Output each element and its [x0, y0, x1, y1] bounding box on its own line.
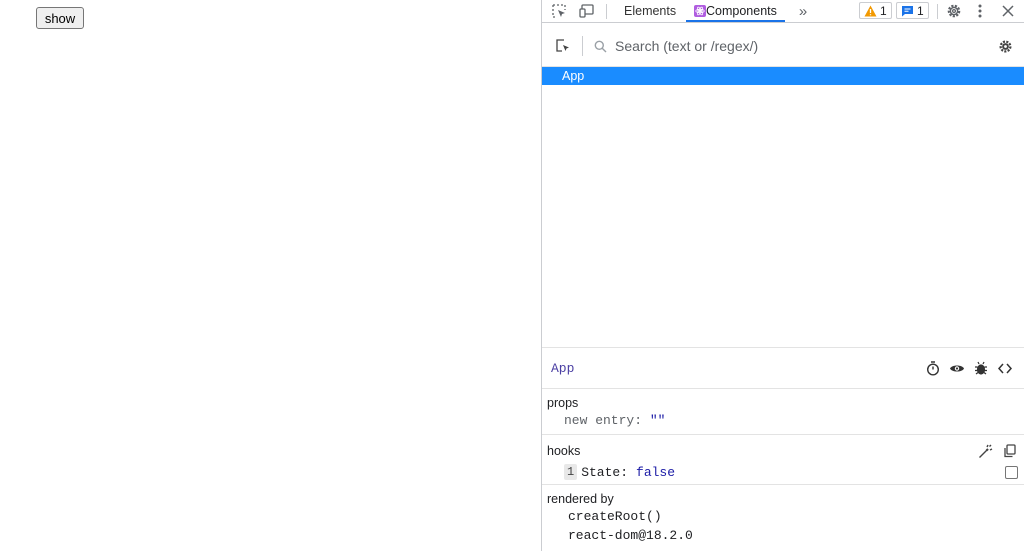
copy-icon[interactable]: [1000, 442, 1018, 460]
page-viewport: show: [0, 0, 541, 551]
tab-components[interactable]: Components: [686, 0, 785, 22]
device-toolbar-icon[interactable]: [577, 0, 597, 22]
tabbar-divider: [606, 4, 607, 19]
hook-row[interactable]: 1 State: false: [564, 463, 675, 481]
hook-state-checkbox[interactable]: [1005, 466, 1018, 479]
prop-key: new entry: [564, 413, 635, 428]
inspected-component-name: App: [551, 361, 575, 376]
devtools-tabbar: Elements Components » 1 1: [542, 0, 1024, 23]
hook-name: State: [581, 464, 621, 480]
props-title: props: [547, 396, 579, 410]
search-input[interactable]: [615, 37, 995, 55]
messages-badge[interactable]: 1: [896, 2, 929, 19]
search-icon: [592, 37, 608, 55]
rendered-by-title: rendered by: [547, 492, 614, 506]
select-element-icon[interactable]: [554, 37, 572, 55]
props-section: props new entry: "": [542, 390, 1024, 435]
warnings-count: 1: [880, 3, 887, 18]
suspend-timer-icon[interactable]: [924, 359, 942, 377]
parse-hook-names-wand-icon[interactable]: [976, 442, 994, 460]
hook-value[interactable]: false: [636, 465, 675, 480]
hook-index: 1: [564, 464, 578, 480]
component-tree: App: [542, 67, 1024, 347]
prop-value[interactable]: "": [650, 413, 666, 428]
more-tabs-icon[interactable]: »: [794, 0, 812, 22]
more-options-icon[interactable]: [972, 0, 988, 22]
inspect-element-icon[interactable]: [549, 0, 569, 22]
tree-item-app[interactable]: App: [542, 67, 1024, 85]
log-data-bug-icon[interactable]: [972, 359, 990, 377]
inspect-dom-eye-icon[interactable]: [948, 359, 966, 377]
warning-icon: [864, 5, 877, 16]
inspected-component-header: App: [542, 347, 1024, 389]
tab-elements[interactable]: Elements: [624, 0, 676, 22]
show-button[interactable]: show: [36, 7, 84, 29]
hooks-title: hooks: [547, 444, 581, 458]
prop-colon: :: [634, 413, 643, 428]
tabbar-divider-2: [937, 4, 938, 19]
component-settings-gear-icon[interactable]: [996, 36, 1014, 56]
prop-row[interactable]: new entry: "": [564, 413, 665, 428]
devtools-panel: Elements Components » 1 1 Search (text o…: [541, 0, 1024, 551]
message-icon: [902, 5, 913, 16]
close-devtools-icon[interactable]: [999, 0, 1017, 22]
rendered-by-item: react-dom@18.2.0: [568, 528, 693, 543]
rendered-by-section: rendered by createRoot() react-dom@18.2.…: [542, 486, 1024, 551]
react-icon: [694, 5, 706, 17]
hook-colon: :: [620, 464, 629, 480]
rendered-by-item[interactable]: createRoot(): [568, 509, 662, 524]
settings-gear-icon[interactable]: [944, 0, 964, 22]
component-search-bar: [542, 24, 1024, 67]
hooks-section: hooks 1 State: false: [542, 436, 1024, 485]
view-source-icon[interactable]: [996, 359, 1014, 377]
search-divider: [582, 36, 583, 56]
warnings-badge[interactable]: 1: [859, 2, 892, 19]
messages-count: 1: [917, 3, 924, 18]
tab-components-label: Components: [706, 4, 777, 18]
